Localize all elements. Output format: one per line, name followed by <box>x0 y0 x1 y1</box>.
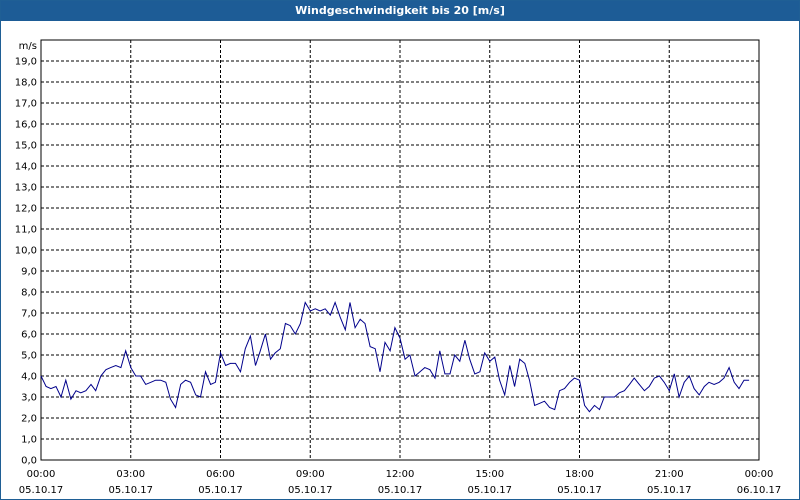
x-tick-time: 03:00 <box>116 469 145 480</box>
x-tick-date: 05.10.17 <box>19 485 64 496</box>
chart-window: Windgeschwindigkeit bis 20 [m/s] 0,0 1,0 2… <box>0 0 800 500</box>
x-tick-time: 00:00 <box>27 469 56 480</box>
y-tick-label: 16,0 <box>15 120 37 131</box>
y-tick-label: 2,0 <box>21 414 37 425</box>
x-tick-time: 09:00 <box>296 469 325 480</box>
y-tick-label: 18,0 <box>15 78 37 89</box>
y-tick-label: 0,0 <box>21 456 37 467</box>
y-tick-label: 10,0 <box>15 246 37 257</box>
y-axis-unit-label: m/s <box>19 41 37 52</box>
y-tick-label: 4,0 <box>21 372 37 383</box>
x-tick-date: 05.10.17 <box>378 485 423 496</box>
y-tick-label: 13,0 <box>15 183 37 194</box>
x-tick-time: 00:00 <box>745 469 774 480</box>
y-tick-label: 15,0 <box>15 141 37 152</box>
x-tick-time: 06:00 <box>206 469 235 480</box>
y-tick-label: 12,0 <box>15 204 37 215</box>
x-tick-date: 06.10.17 <box>737 485 782 496</box>
x-tick-time: 12:00 <box>386 469 415 480</box>
x-tick-date: 05.10.17 <box>288 485 333 496</box>
y-tick-label: 5,0 <box>21 351 37 362</box>
y-tick-label: 9,0 <box>21 267 37 278</box>
y-tick-label: 11,0 <box>15 225 37 236</box>
y-tick-label: 19,0 <box>15 57 37 68</box>
wind-speed-series-line <box>40 301 750 413</box>
y-tick-label: 3,0 <box>21 393 37 404</box>
x-tick-time: 18:00 <box>565 469 594 480</box>
y-tick-label: 14,0 <box>15 162 37 173</box>
y-tick-label: 6,0 <box>21 330 37 341</box>
y-tick-label: 8,0 <box>21 288 37 299</box>
x-tick-date: 05.10.17 <box>647 485 692 496</box>
x-tick-time: 15:00 <box>475 469 504 480</box>
x-tick-date: 05.10.17 <box>198 485 243 496</box>
x-tick-date: 05.10.17 <box>557 485 602 496</box>
x-tick-date: 05.10.17 <box>108 485 153 496</box>
x-tick-time: 21:00 <box>655 469 684 480</box>
y-tick-label: 1,0 <box>21 435 37 446</box>
wind-speed-chart: 0,0 1,0 2,0 3,0 4,0 5,0 6,0 7,0 8,0 9,0 10,0 11,0 12… <box>15 39 782 496</box>
y-tick-label: 7,0 <box>21 309 37 320</box>
y-tick-label: 17,0 <box>15 99 37 110</box>
x-tick-date: 05.10.17 <box>467 485 512 496</box>
